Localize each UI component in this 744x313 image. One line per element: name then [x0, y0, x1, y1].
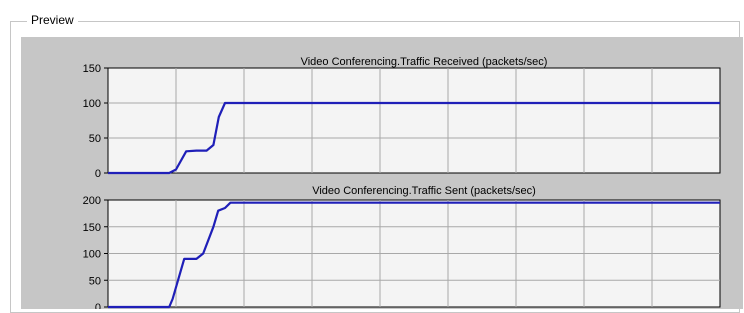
y-tick-label-1-1: 50 — [89, 133, 101, 145]
y-tick-label-2-2: 100 — [83, 249, 101, 261]
y-tick-label-2-3: 150 — [83, 222, 101, 234]
charts-svg: 0 50 100 150 Video Conferencing.Traffic Rece… — [0, 0, 744, 309]
y-tick-label-2-1: 50 — [89, 275, 101, 287]
y-tick-label-2-4: 200 — [83, 195, 101, 207]
chart-title-2: Video Conferencing.Traffic Sent (packets… — [312, 185, 536, 197]
plot-area-1 — [108, 68, 720, 173]
y-tick-label-1-0: 0 — [95, 168, 101, 180]
chart-title-1: Video Conferencing.Traffic Received (pac… — [301, 56, 548, 68]
y-tick-label-1-2: 100 — [83, 98, 101, 110]
y-tick-label-1-3: 150 — [83, 63, 101, 75]
y-tick-label-2-0: 0 — [95, 302, 101, 309]
